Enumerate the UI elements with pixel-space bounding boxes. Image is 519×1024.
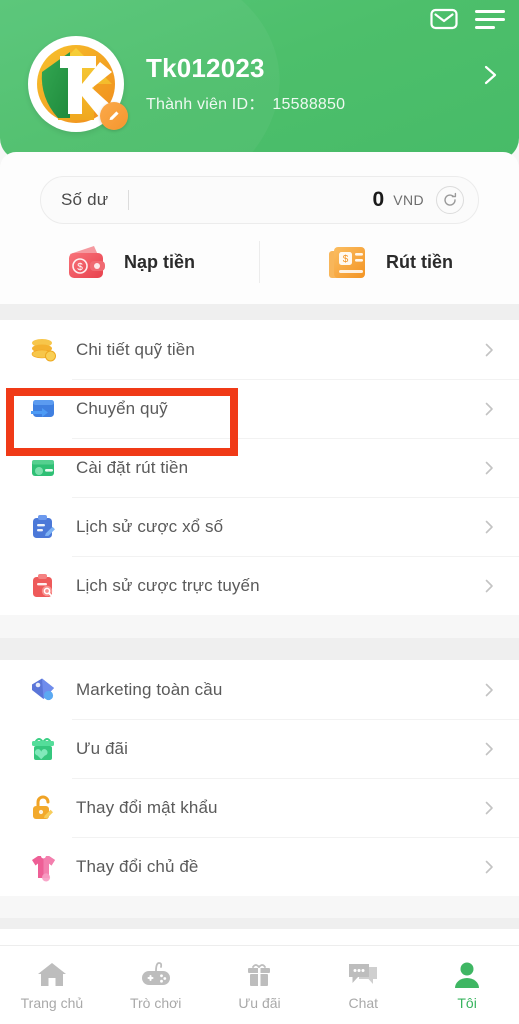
person-icon	[450, 959, 484, 990]
header-icon-group	[429, 4, 505, 34]
clipboard-search-icon	[28, 571, 58, 601]
menu-item-label: Ưu đãi	[76, 738, 128, 758]
tab-me[interactable]: Tôi	[415, 959, 519, 1011]
member-id: Thành viên ID： 15588850	[146, 90, 345, 114]
gift-icon	[242, 959, 276, 990]
gift-box-icon	[28, 734, 58, 764]
menu-item-change-theme[interactable]: Thay đổi chủ đề	[0, 837, 519, 896]
app-root: Tk012023 Thành viên ID： 15588850 Số dư 0 …	[0, 0, 519, 1024]
bank-card-icon	[28, 453, 58, 483]
home-icon	[35, 959, 69, 990]
menu-item-promotions[interactable]: Ưu đãi	[0, 719, 519, 778]
balance-card: Số dư 0 VND $ Nạp tiền $ Rút tiền	[0, 152, 519, 304]
tab-promotions[interactable]: Ưu đãi	[208, 959, 312, 1011]
profile-header: Tk012023 Thành viên ID： 15588850	[0, 0, 519, 160]
menu-item-label: Chi tiết quỹ tiền	[76, 339, 195, 359]
member-id-value: 15588850	[272, 96, 346, 114]
menu-item-label: Lịch sử cược trực tuyến	[76, 575, 260, 595]
menu-item-lottery-bet-history[interactable]: Lịch sử cược xổ số	[0, 497, 519, 556]
chevron-right-icon	[481, 682, 497, 698]
tab-label: Tôi	[457, 995, 477, 1011]
balance-currency: VND	[393, 192, 424, 208]
section-gap-1	[0, 304, 519, 320]
menu-item-label: Chuyển quỹ	[76, 398, 168, 418]
menu-group-account: Marketing toàn cầu Ưu đãi Thay đổi mật k…	[0, 660, 519, 896]
chevron-right-icon	[481, 342, 497, 358]
menu-item-label: Lịch sử cược xổ số	[76, 516, 224, 536]
menu-item-label: Thay đổi mật khẩu	[76, 797, 218, 817]
tab-label: Trò chơi	[129, 995, 182, 1011]
menu-item-withdraw-settings[interactable]: Cài đặt rút tiền	[0, 438, 519, 497]
chevron-right-icon	[481, 859, 497, 875]
avatar-wrap[interactable]	[28, 36, 128, 132]
tab-chat[interactable]: Chat	[311, 959, 415, 1011]
svg-text:$: $	[77, 262, 83, 273]
diamond-tag-icon	[28, 675, 58, 705]
menu-item-label: Marketing toàn cầu	[76, 679, 223, 699]
profile-chevron-right-icon[interactable]	[479, 64, 501, 86]
deposit-button[interactable]: $ Nạp tiền	[0, 240, 259, 284]
menu-item-online-bet-history[interactable]: Lịch sử cược trực tuyến	[0, 556, 519, 615]
wallet-transfer-icon	[28, 394, 58, 424]
chevron-right-icon	[481, 401, 497, 417]
withdraw-label: Rút tiền	[386, 251, 453, 272]
menu-item-fund-transfer[interactable]: Chuyển quỹ	[0, 379, 519, 438]
menu-item-label: Thay đổi chủ đề	[76, 856, 199, 876]
profile-block[interactable]: Tk012023 Thành viên ID： 15588850	[28, 36, 345, 132]
bottom-filler	[0, 929, 519, 945]
balance-amount: 0	[372, 188, 385, 211]
menu-item-change-password[interactable]: Thay đổi mật khẩu	[0, 778, 519, 837]
padlock-pencil-icon	[28, 793, 58, 823]
gamepad-icon	[139, 959, 173, 990]
chat-bubbles-icon	[346, 959, 380, 990]
chevron-right-icon	[481, 741, 497, 757]
bottom-tab-bar: Trang chủ Trò chơi Ưu đãi Chat Tôi	[0, 945, 519, 1024]
section-gap-2	[0, 638, 519, 660]
menu-item-label: Cài đặt rút tiền	[76, 457, 189, 477]
tshirt-icon	[28, 852, 58, 882]
balance-label: Số dư	[61, 190, 109, 209]
chevron-right-icon	[481, 519, 497, 535]
menu-item-global-marketing[interactable]: Marketing toàn cầu	[0, 660, 519, 719]
profile-text: Tk012023 Thành viên ID： 15588850	[146, 52, 345, 115]
coin-stack-icon	[28, 335, 58, 365]
chevron-right-icon	[481, 800, 497, 816]
balance-pill: Số dư 0 VND	[40, 176, 479, 224]
menu-group-funds: Chi tiết quỹ tiền Chuyển quỹ Cài đặt rút…	[0, 320, 519, 615]
chevron-right-icon	[481, 578, 497, 594]
tab-games[interactable]: Trò chơi	[104, 959, 208, 1011]
refresh-icon[interactable]	[436, 186, 464, 214]
clipboard-pencil-icon	[28, 512, 58, 542]
tab-label: Trang chủ	[20, 995, 84, 1011]
mail-icon[interactable]	[429, 4, 459, 34]
tab-home[interactable]: Trang chủ	[0, 959, 104, 1011]
chevron-right-icon	[481, 460, 497, 476]
menu-item-fund-details[interactable]: Chi tiết quỹ tiền	[0, 320, 519, 379]
member-id-label: Thành viên ID：	[146, 96, 265, 114]
quick-actions: $ Nạp tiền $ Rút tiền	[0, 240, 519, 284]
svg-text:$: $	[343, 254, 349, 265]
tab-label: Ưu đãi	[238, 995, 281, 1011]
balance-divider	[128, 190, 130, 210]
withdraw-button[interactable]: $ Rút tiền	[260, 240, 519, 284]
deposit-label: Nạp tiền	[123, 251, 195, 272]
edit-pencil-icon[interactable]	[100, 102, 128, 130]
section-gap-3	[0, 918, 519, 929]
page-title: Tk012023	[146, 52, 265, 83]
hamburger-menu-icon[interactable]	[475, 7, 505, 31]
tab-label: Chat	[348, 995, 379, 1011]
